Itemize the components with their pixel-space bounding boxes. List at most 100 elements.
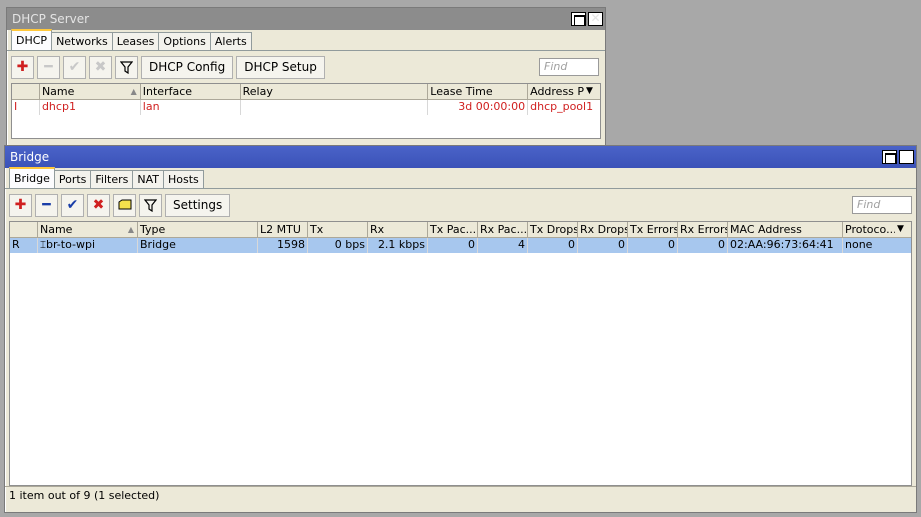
row-tx-errors: 0: [628, 238, 678, 253]
tab-options[interactable]: Options: [158, 32, 211, 50]
column-relay[interactable]: Relay: [241, 84, 429, 99]
find-input[interactable]: Find: [852, 196, 912, 214]
cross-icon: ✖: [94, 59, 107, 75]
dhcp-table: Name ▲ Interface Relay Lease Time Address…: [11, 83, 601, 139]
remove-button[interactable]: ━: [35, 193, 58, 217]
table-row[interactable]: R ⌶br-to-wpi Bridge 1598 0 bps 2.1 kbps …: [10, 238, 911, 253]
row-mac-address: 02:AA:96:73:64:41: [728, 238, 843, 253]
minus-icon: ━: [44, 59, 53, 75]
column-tx[interactable]: Tx: [308, 222, 368, 237]
tab-networks[interactable]: Networks: [51, 32, 113, 50]
dhcp-config-button[interactable]: DHCP Config: [141, 55, 234, 79]
column-name[interactable]: Name ▲: [40, 84, 141, 99]
cross-icon: ✖: [92, 197, 105, 213]
tab-ports[interactable]: Ports: [53, 170, 92, 188]
tab-alerts[interactable]: Alerts: [209, 32, 252, 50]
disable-button[interactable]: ✖: [87, 193, 110, 217]
bridge-table: Name ▲ Type L2 MTU Tx Rx Tx Pac... Rx Pac…: [9, 221, 912, 486]
maximize-button[interactable]: [882, 150, 897, 164]
sort-icon: ▲: [130, 87, 137, 96]
enable-button[interactable]: ✔: [61, 193, 84, 217]
settings-button[interactable]: Settings: [165, 193, 231, 217]
column-rx-errors[interactable]: Rx Errors: [678, 222, 728, 237]
plus-icon: ✚: [14, 197, 27, 213]
row-relay: [241, 100, 429, 115]
column-menu-icon[interactable]: ▼: [584, 84, 600, 99]
row-tx: 0 bps: [308, 238, 368, 253]
column-lease-time[interactable]: Lease Time: [428, 84, 529, 99]
table-row[interactable]: I dhcp1 lan 3d 00:00:00 dhcp_pool1: [12, 100, 600, 115]
row-rx: 2.1 kbps: [368, 238, 428, 253]
column-interface[interactable]: Interface: [141, 84, 241, 99]
filter-button[interactable]: [115, 55, 138, 79]
dhcp-toolbar: ✚ ━ ✔ ✖ DHCP Config DHCP Setup Find: [7, 51, 605, 83]
sort-icon: ▲: [127, 225, 134, 234]
maximize-button[interactable]: [571, 12, 586, 26]
comment-button[interactable]: [113, 193, 136, 217]
comment-icon: [118, 199, 131, 210]
plus-icon: ✚: [16, 59, 29, 75]
bridge-toolbar: ✚ ━ ✔ ✖ Settings Find: [5, 189, 916, 221]
dhcp-tabs: DHCP Networks Leases Options Alerts: [7, 29, 605, 51]
window-title: Bridge: [10, 150, 50, 164]
column-type[interactable]: Type: [138, 222, 258, 237]
column-l2mtu[interactable]: L2 MTU: [258, 222, 308, 237]
status-bar: 1 item out of 9 (1 selected): [5, 486, 916, 505]
column-tx-drops[interactable]: Tx Drops: [528, 222, 578, 237]
status-text: 1 item out of 9 (1 selected): [9, 489, 160, 502]
dhcp-server-window: DHCP Server ✕ DHCP Networks Leases Optio…: [6, 7, 606, 147]
tab-filters[interactable]: Filters: [90, 170, 134, 188]
tab-nat[interactable]: NAT: [132, 170, 165, 188]
column-address-pool[interactable]: Address Po: [528, 84, 584, 99]
find-input[interactable]: Find: [539, 58, 599, 76]
bridge-window: Bridge ✕ Bridge Ports Filters NAT Hosts …: [4, 145, 917, 513]
close-button[interactable]: ✕: [588, 12, 603, 26]
column-flag[interactable]: [12, 84, 40, 99]
add-button[interactable]: ✚: [9, 193, 32, 217]
bridge-titlebar[interactable]: Bridge ✕: [5, 146, 916, 168]
column-menu-icon[interactable]: ▼: [895, 222, 911, 237]
column-tx-errors[interactable]: Tx Errors: [628, 222, 678, 237]
check-icon: ✔: [68, 59, 81, 75]
filter-button[interactable]: [139, 193, 162, 217]
row-name: dhcp1: [40, 100, 141, 115]
bridge-tabs: Bridge Ports Filters NAT Hosts: [5, 167, 916, 189]
dhcp-setup-button[interactable]: DHCP Setup: [236, 55, 325, 79]
row-flag: R: [10, 238, 38, 253]
disable-button[interactable]: ✖: [89, 55, 112, 79]
tab-bridge[interactable]: Bridge: [9, 167, 55, 188]
enable-button[interactable]: ✔: [63, 55, 86, 79]
filter-icon: [120, 60, 133, 74]
column-rx-packets[interactable]: Rx Pac...: [478, 222, 528, 237]
filter-icon: [144, 198, 157, 212]
row-tx-drops: 0: [528, 238, 578, 253]
row-interface: lan: [141, 100, 241, 115]
row-address-pool: dhcp_pool1: [530, 100, 594, 113]
dhcp-server-titlebar[interactable]: DHCP Server ✕: [7, 8, 605, 30]
close-button[interactable]: ✕: [899, 150, 914, 164]
row-flag: I: [12, 100, 40, 115]
column-rx[interactable]: Rx: [368, 222, 428, 237]
column-flag[interactable]: [10, 222, 38, 237]
table-header: Name ▲ Type L2 MTU Tx Rx Tx Pac... Rx Pac…: [10, 222, 911, 238]
row-rx-drops: 0: [578, 238, 628, 253]
tab-leases[interactable]: Leases: [111, 32, 160, 50]
row-protocol: none: [845, 238, 873, 251]
row-lease-time: 3d 00:00:00: [428, 100, 529, 115]
column-mac-address[interactable]: MAC Address: [728, 222, 843, 237]
add-button[interactable]: ✚: [11, 55, 34, 79]
remove-button[interactable]: ━: [37, 55, 60, 79]
row-name-cell: ⌶br-to-wpi: [38, 238, 138, 253]
column-tx-packets[interactable]: Tx Pac...: [428, 222, 478, 237]
row-l2mtu: 1598: [258, 238, 308, 253]
row-rx-packets: 4: [478, 238, 528, 253]
window-title: DHCP Server: [12, 12, 90, 26]
row-name: br-to-wpi: [46, 238, 96, 251]
tab-hosts[interactable]: Hosts: [163, 170, 204, 188]
tab-dhcp[interactable]: DHCP: [11, 29, 53, 50]
minus-icon: ━: [42, 197, 51, 213]
column-protocol[interactable]: Protoco...: [843, 222, 895, 237]
table-header: Name ▲ Interface Relay Lease Time Address…: [12, 84, 600, 100]
column-rx-drops[interactable]: Rx Drops: [578, 222, 628, 237]
column-name[interactable]: Name ▲: [38, 222, 138, 237]
